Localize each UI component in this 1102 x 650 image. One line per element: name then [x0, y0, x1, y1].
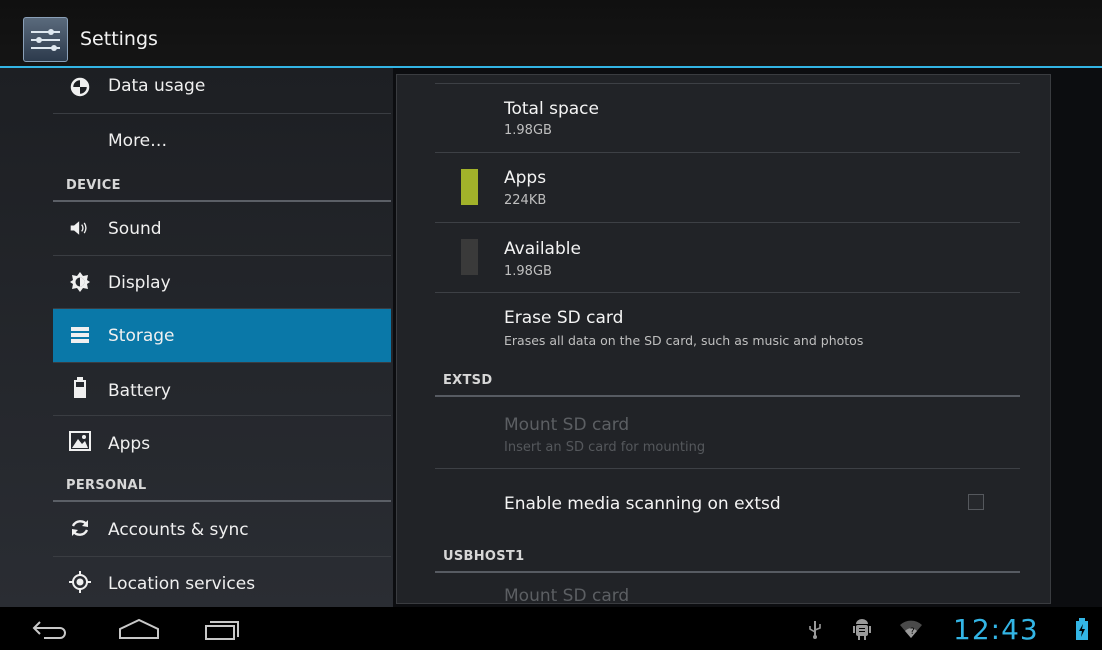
erase-sd-card-title: Erase SD card [504, 308, 624, 328]
svg-text:?: ? [910, 627, 915, 637]
available-color-swatch [461, 239, 478, 275]
back-icon[interactable] [26, 607, 74, 650]
sidebar-item-label: Apps [108, 434, 151, 454]
sidebar-item-label: Display [108, 273, 171, 293]
settings-sliders-icon[interactable] [23, 17, 68, 62]
sidebar-item-storage[interactable]: Storage [53, 309, 391, 362]
apps-color-swatch [461, 169, 478, 205]
display-icon [69, 271, 91, 293]
sidebar-item-apps[interactable]: Apps [53, 416, 391, 469]
section-header-line [435, 571, 1020, 573]
sidebar-item-label: Data usage [108, 76, 206, 96]
erase-sd-card-button[interactable]: Erase SD card Erases all data on the SD … [397, 293, 1050, 359]
sidebar-item-more[interactable]: More… [53, 115, 391, 168]
sidebar-item-data-usage[interactable]: Data usage [53, 68, 391, 119]
total-space-item[interactable]: Total space 1.98GB [397, 85, 1050, 151]
recents-icon[interactable] [200, 607, 246, 650]
media-scanning-title: Enable media scanning on extsd [504, 494, 781, 514]
app-title: Settings [80, 28, 158, 50]
available-value: 1.98GB [504, 264, 552, 279]
clock[interactable]: 12:43 [953, 613, 1039, 646]
divider [53, 113, 391, 114]
available-title: Available [504, 239, 581, 259]
apps-usage-item[interactable]: Apps 224KB [397, 153, 1050, 221]
apps-icon [69, 430, 91, 452]
usb-icon [805, 607, 825, 650]
battery-icon [69, 377, 91, 399]
section-header-extsd: EXTSD [443, 373, 493, 388]
total-space-value: 1.98GB [504, 123, 552, 138]
storage-icon [69, 324, 91, 346]
location-icon [69, 571, 91, 593]
mount-sd-card-button[interactable]: Mount SD card Insert an SD card for moun… [397, 397, 1050, 467]
sidebar-item-label: Battery [108, 381, 171, 401]
storage-details-pane: Total space 1.98GB Apps 224KB Available … [393, 68, 1102, 607]
sidebar-item-location-services[interactable]: Location services [53, 557, 391, 607]
section-header-usbhost1: USBHOST1 [443, 549, 525, 564]
android-debug-icon [850, 607, 874, 650]
settings-sidebar: Data usage More… DEVICE Sound Display St… [0, 68, 393, 607]
sidebar-item-label: Location services [108, 574, 256, 594]
sync-icon [69, 517, 91, 539]
sidebar-item-sound[interactable]: Sound [53, 202, 391, 255]
available-item[interactable]: Available 1.98GB [397, 223, 1050, 291]
section-header-device: DEVICE [66, 178, 121, 193]
mount-sd-card-title: Mount SD card [504, 415, 630, 435]
sidebar-item-label: Storage [108, 326, 175, 346]
storage-details-card: Total space 1.98GB Apps 224KB Available … [396, 74, 1051, 604]
home-icon[interactable] [112, 607, 166, 650]
sidebar-item-label: More… [108, 131, 168, 151]
apps-usage-title: Apps [504, 168, 547, 188]
total-space-title: Total space [504, 99, 599, 119]
media-scanning-toggle[interactable]: Enable media scanning on extsd [397, 469, 1050, 539]
sound-icon [69, 217, 91, 239]
erase-sd-card-subtitle: Erases all data on the SD card, such as … [504, 333, 864, 348]
divider [435, 83, 1020, 84]
mount-sd-card-subtitle: Insert an SD card for mounting [504, 440, 706, 455]
sidebar-item-label: Accounts & sync [108, 520, 249, 540]
action-bar: Settings [0, 0, 1102, 68]
sidebar-item-battery[interactable]: Battery [53, 363, 391, 416]
apps-usage-value: 224KB [504, 193, 547, 208]
sidebar-item-display[interactable]: Display [53, 256, 391, 309]
usbhost-mount-sd-card-title[interactable]: Mount SD card [504, 586, 629, 603]
section-header-personal: PERSONAL [66, 478, 147, 493]
sidebar-item-label: Sound [108, 219, 162, 239]
data-usage-icon [69, 76, 91, 98]
media-scanning-checkbox[interactable] [968, 494, 984, 510]
system-bar: ? 12:43 [0, 607, 1102, 650]
battery-charging-icon [1072, 607, 1092, 650]
wifi-icon: ? [897, 607, 925, 650]
sidebar-item-accounts-sync[interactable]: Accounts & sync [53, 502, 391, 555]
